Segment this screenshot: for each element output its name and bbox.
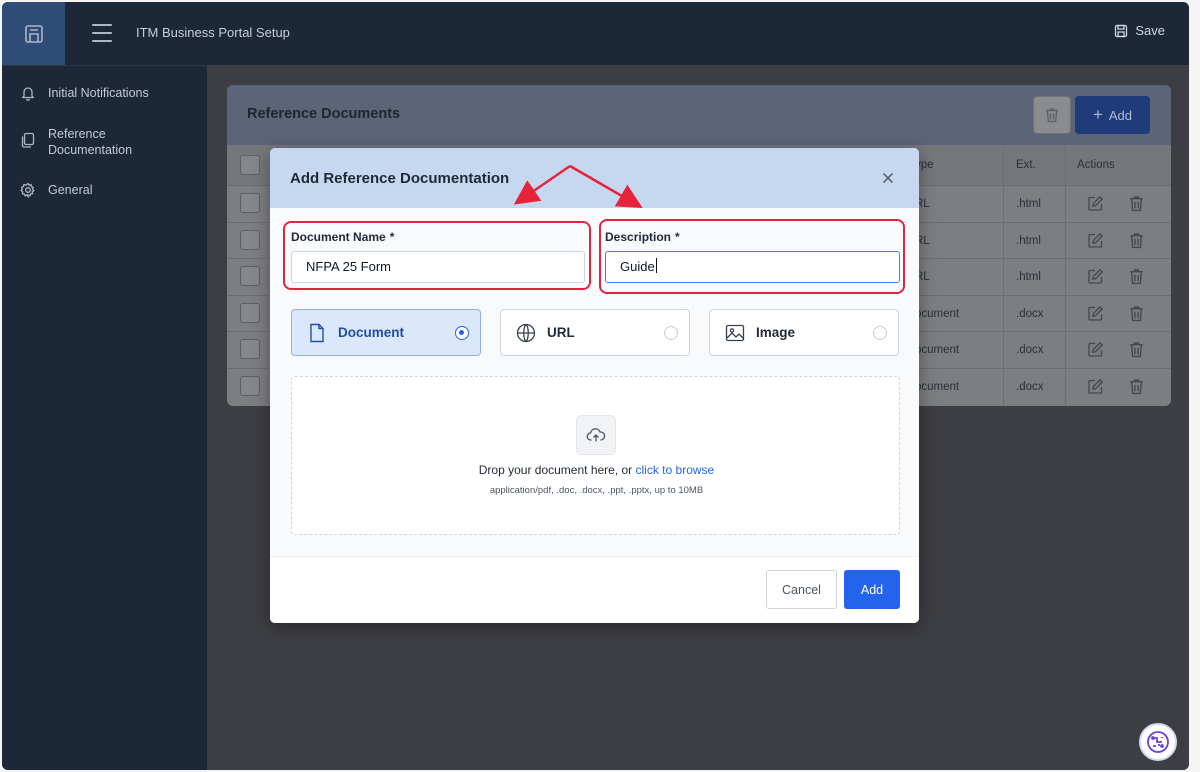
dropzone-text: Drop your document here, or click to bro… [292, 463, 901, 477]
card-header: Reference Documents + Add [227, 85, 1171, 145]
radio-unselected[interactable] [664, 326, 678, 340]
top-bar: ITM Business Portal Setup Save [2, 2, 1189, 65]
plus-icon: + [1092, 105, 1103, 124]
bell-icon [21, 87, 35, 101]
save-label: Save [1135, 23, 1165, 38]
trash-icon[interactable] [1129, 268, 1144, 285]
sidebar-item-label: General [48, 183, 93, 197]
row-ext: .docx [1016, 344, 1044, 356]
row-ext: .docx [1016, 380, 1044, 393]
dropzone-hint: application/pdf, .doc, .docx, .ppt, .ppt… [489, 485, 704, 496]
sidebar-item-reference-documentation[interactable]: Reference Documentation [20, 126, 132, 158]
sidebar-item-label: Initial Notifications [48, 86, 149, 100]
card-title: Reference Documents [247, 106, 401, 122]
edit-icon[interactable] [1087, 232, 1104, 249]
image-icon [725, 324, 745, 342]
modal-footer: Cancel Add [270, 556, 919, 623]
radio-unselected[interactable] [873, 326, 887, 340]
option-label: Image [756, 325, 796, 340]
row-checkbox[interactable] [240, 193, 260, 213]
add-button[interactable]: Add [844, 570, 900, 609]
close-icon[interactable] [880, 170, 896, 186]
documents-icon [21, 132, 35, 148]
trash-icon[interactable] [1129, 232, 1144, 249]
save-icon [1115, 24, 1128, 37]
edit-icon[interactable] [1087, 378, 1104, 395]
highlight-document-name [283, 221, 591, 290]
globe-icon [516, 323, 536, 343]
select-all-checkbox[interactable] [240, 155, 260, 175]
row-ext: .html [1016, 234, 1041, 247]
row-checkbox[interactable] [240, 339, 260, 359]
radio-selected[interactable] [455, 326, 469, 340]
option-image[interactable]: Image [709, 309, 899, 356]
option-document[interactable]: Document [291, 309, 481, 356]
assistant-chat-button[interactable] [1139, 723, 1177, 761]
row-ext: .html [1016, 198, 1041, 210]
trash-icon[interactable] [1129, 341, 1144, 358]
menu-toggle-icon[interactable] [92, 24, 112, 42]
modal-header: Add Reference Documentation [270, 148, 919, 208]
row-checkbox[interactable] [240, 229, 260, 250]
add-label: Add [1108, 107, 1133, 123]
dropzone-instruction: Drop your document here, or [478, 463, 636, 477]
app-title: ITM Business Portal Setup [136, 25, 290, 40]
option-label: Document [338, 325, 405, 340]
edit-icon[interactable] [1087, 305, 1104, 322]
file-dropzone[interactable]: Drop your document here, or click to bro… [291, 376, 900, 535]
upload-cloud-icon [576, 415, 616, 455]
row-ext: .html [1016, 271, 1041, 283]
add-document-button[interactable]: + Add [1075, 96, 1150, 134]
assistant-icon [1147, 731, 1169, 753]
edit-icon[interactable] [1087, 341, 1104, 358]
sidebar-item-general[interactable]: General [20, 182, 92, 198]
row-checkbox[interactable] [240, 266, 260, 286]
sidebar: Initial Notifications Reference Document… [2, 65, 207, 770]
option-label: URL [547, 325, 575, 340]
cancel-button[interactable]: Cancel [766, 570, 837, 609]
trash-icon[interactable] [1129, 195, 1144, 212]
save-button[interactable]: Save [1114, 23, 1165, 38]
trash-icon [1046, 108, 1058, 123]
column-ext: Ext. [1016, 159, 1036, 171]
row-ext: .docx [1016, 307, 1044, 320]
sidebar-item-label: Reference Documentation [48, 127, 133, 157]
row-type: ocument [915, 344, 960, 356]
sidebar-item-initial-notifications[interactable]: Initial Notifications [20, 85, 149, 101]
document-icon [310, 323, 324, 343]
trash-icon[interactable] [1129, 305, 1144, 322]
row-checkbox[interactable] [240, 302, 260, 323]
row-type: ocument [915, 380, 960, 393]
logo-icon [24, 24, 43, 43]
gear-icon [20, 182, 35, 198]
modal-title: Add Reference Documentation [290, 170, 510, 187]
row-checkbox[interactable] [240, 375, 260, 396]
window-scrollbar[interactable] [1189, 0, 1200, 772]
delete-selected-button[interactable] [1033, 96, 1071, 134]
highlight-description [599, 219, 905, 294]
row-type: ocument [915, 307, 960, 320]
edit-icon[interactable] [1087, 195, 1104, 212]
option-url[interactable]: URL [500, 309, 690, 356]
trash-icon[interactable] [1129, 378, 1144, 395]
column-actions: Actions [1077, 159, 1115, 171]
app-logo[interactable] [2, 2, 65, 65]
browse-link[interactable]: click to browse [636, 463, 715, 477]
edit-icon[interactable] [1087, 268, 1104, 285]
